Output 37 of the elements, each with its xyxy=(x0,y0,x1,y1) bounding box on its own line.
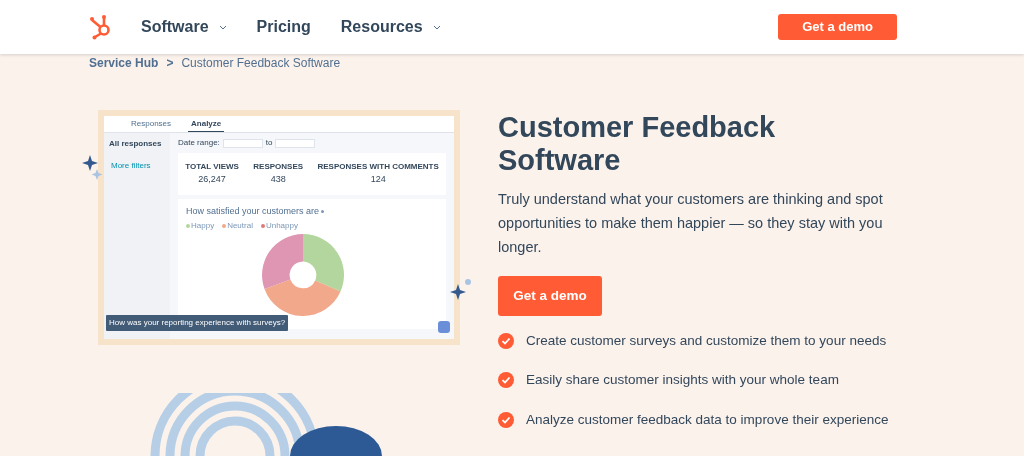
date-range-to: to xyxy=(265,137,273,149)
feature-text: Create customer surveys and customize them to your needs xyxy=(526,332,887,350)
nav-link[interactable]: Pricing xyxy=(256,15,311,39)
breadcrumb-current: Customer Feedback Software xyxy=(181,55,341,72)
nav-link[interactable]: Resources xyxy=(340,15,441,39)
legend-label: Unhappy xyxy=(265,219,298,232)
hero-description: Truly understand what your customers are thinking and spot opportunities to make them happier — so they stay with you longer. xyxy=(498,190,884,257)
feedback-prompt[interactable]: How was your reporting experience with surveys? xyxy=(106,315,289,331)
app-tab[interactable]: Analyze xyxy=(188,118,225,132)
check-circle-icon xyxy=(498,372,514,389)
stat-value: 438 xyxy=(270,173,286,187)
check-circle-icon xyxy=(498,411,514,428)
stat-value: 124 xyxy=(370,173,386,187)
nav-link[interactable]: Software xyxy=(141,15,227,39)
chart-title: How satisfied your customers are xyxy=(186,205,320,218)
info-icon xyxy=(321,210,325,214)
sparkle-icon xyxy=(450,278,472,302)
chat-button[interactable] xyxy=(438,321,450,333)
sprocket-logo-icon[interactable] xyxy=(89,14,113,40)
stat-label: RESPONSES WITH COMMENTS xyxy=(317,161,439,174)
feature-text: Easily share customer insights with your whole team xyxy=(526,371,839,390)
date-range-label: Date range: xyxy=(178,137,220,149)
breadcrumb-link[interactable]: Service Hub xyxy=(89,54,159,72)
feature-text: Analyze customer feedback data to improve their experience xyxy=(526,410,889,429)
legend-label: Happy xyxy=(191,219,215,232)
hero-title: Customer Feedback Software xyxy=(498,111,777,177)
breadcrumb-separator: > xyxy=(166,55,174,72)
app-tab[interactable]: Responses xyxy=(128,118,175,132)
stat-value: 26,247 xyxy=(198,173,226,187)
check-circle-icon xyxy=(498,333,514,350)
date-field[interactable] xyxy=(275,138,316,148)
date-field[interactable] xyxy=(222,138,263,148)
stat-label: TOTAL VIEWS xyxy=(185,161,239,174)
legend-label: Neutral xyxy=(227,219,253,232)
more-filters-link[interactable]: More filters xyxy=(109,160,165,172)
stat-label: RESPONSES xyxy=(253,161,304,174)
sidebar-title: All responses xyxy=(109,138,163,150)
